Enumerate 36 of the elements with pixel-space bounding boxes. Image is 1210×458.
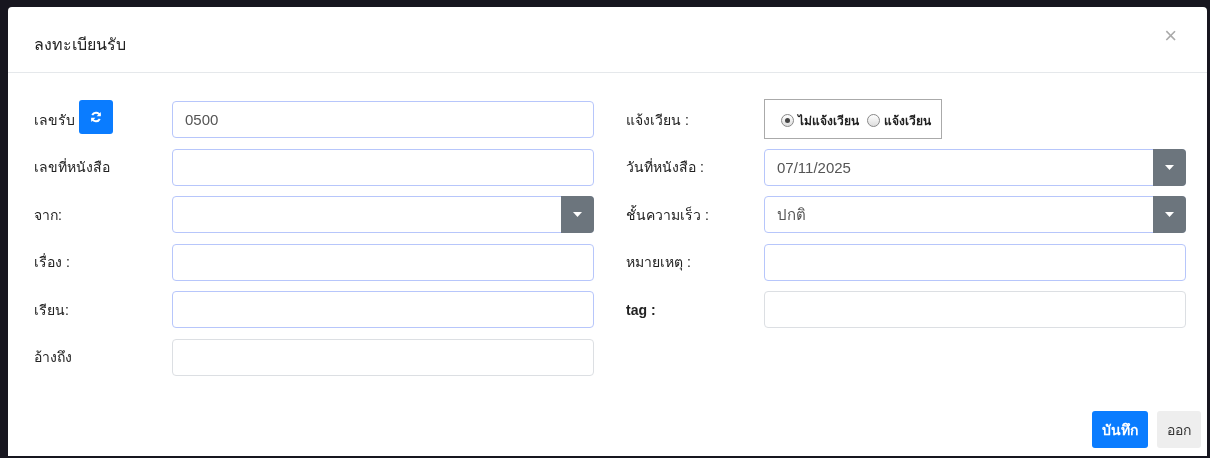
dropdown-button[interactable]: [1153, 196, 1186, 233]
field-label: tag :: [626, 301, 656, 318]
input-field[interactable]: [172, 148, 594, 186]
radio-label[interactable]: ไม่แจ้งเวียน: [798, 111, 859, 130]
dialog-title: ลงทะเบียนรับ: [34, 35, 126, 55]
dropdown-field[interactable]: ปกติ: [764, 196, 1186, 233]
dropdown-field[interactable]: [172, 196, 594, 233]
input-field[interactable]: 0500: [172, 101, 594, 138]
radio-label[interactable]: แจ้งเวียน: [884, 111, 931, 130]
dropdown-field[interactable]: 07/11/2025: [764, 148, 1186, 186]
field-label: หมายเหตุ :: [626, 253, 691, 273]
field-label: เลขรับ: [34, 110, 75, 130]
input-field[interactable]: [764, 291, 1186, 328]
caret-icon: [1165, 212, 1174, 217]
dropdown-button[interactable]: [1153, 148, 1186, 186]
refresh-icon: [90, 110, 102, 123]
field-label: เลขที่หนังสือ: [34, 157, 110, 177]
field-label: อ้างถึง: [34, 348, 72, 367]
caret-icon: [1165, 164, 1174, 170]
field-label: จาก:: [34, 205, 62, 225]
exit-button[interactable]: ออก: [1157, 411, 1201, 448]
field-label: วันที่หนังสือ :: [626, 157, 704, 177]
field-label: ชั้นความเร็ว :: [626, 204, 709, 225]
dropdown-button[interactable]: [561, 196, 594, 233]
field-label: เรียน:: [34, 300, 69, 320]
caret-icon: [573, 212, 582, 217]
field-label: เรื่อง :: [34, 252, 70, 272]
input-field[interactable]: [172, 291, 594, 328]
refresh-button[interactable]: [79, 99, 113, 134]
input-field[interactable]: [172, 338, 594, 376]
input-field[interactable]: [764, 243, 1186, 281]
field-label: แจ้งเวียน :: [626, 110, 689, 130]
save-button[interactable]: บันทึก: [1092, 411, 1148, 448]
radio-button[interactable]: [781, 114, 794, 127]
input-field[interactable]: [172, 243, 594, 281]
radio-button[interactable]: [867, 114, 880, 127]
